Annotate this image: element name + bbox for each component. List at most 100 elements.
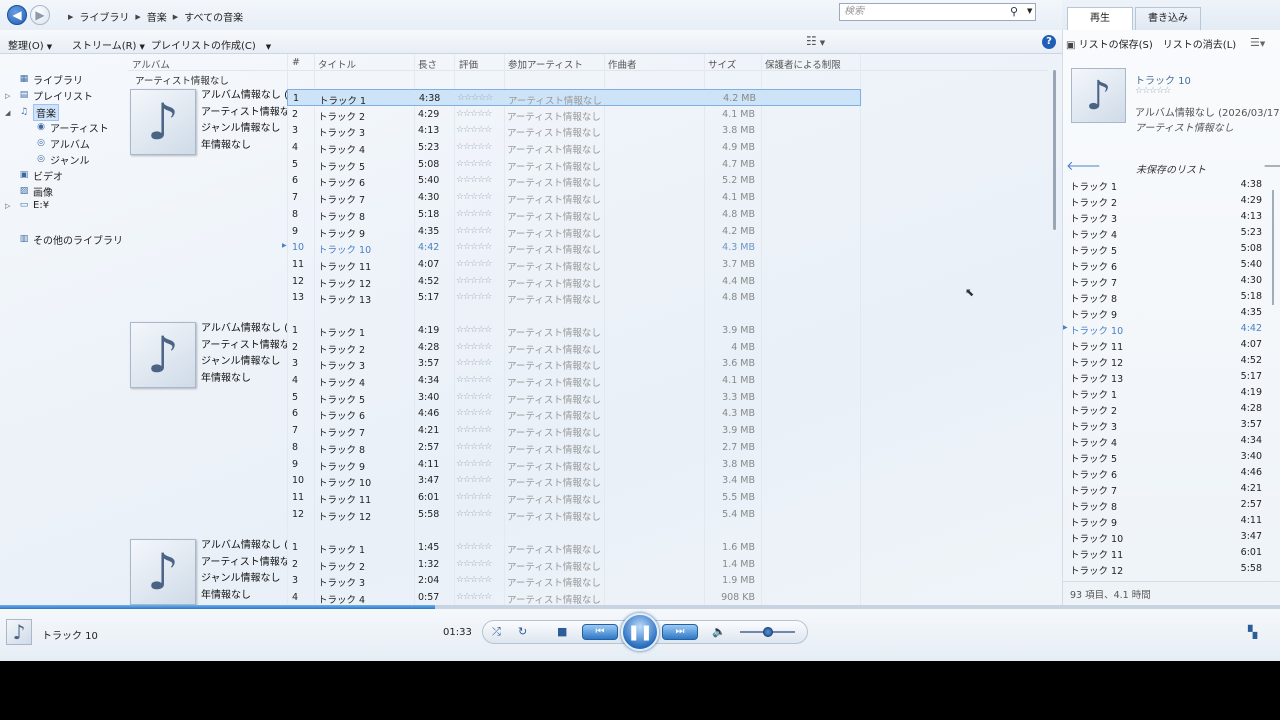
table-row[interactable]: 1 トラック 1 1:45 ☆☆☆☆☆ アーティスト情報なし 1.6 MB	[287, 539, 861, 556]
list-scrollbar-thumb[interactable]	[1272, 190, 1274, 305]
column-album[interactable]: アルバム	[132, 57, 170, 71]
list-item[interactable]: トラック 9 4:35	[1066, 304, 1266, 321]
album-art[interactable]: ♪	[130, 89, 196, 155]
track-rating[interactable]: ☆☆☆☆☆	[456, 259, 492, 269]
track-rating[interactable]: ☆☆☆☆☆	[456, 425, 492, 435]
table-row[interactable]: 1 トラック 1 4:19 ☆☆☆☆☆ アーティスト情報なし 3.9 MB	[287, 322, 861, 339]
album-art[interactable]: ♪	[130, 539, 196, 605]
sidebar-item-pictures[interactable]: ▨ 画像	[18, 184, 53, 199]
table-row[interactable]: 13 トラック 13 5:17 ☆☆☆☆☆ アーティスト情報なし 4.8 MB	[287, 289, 861, 306]
track-rating[interactable]: ☆☆☆☆☆	[456, 142, 492, 152]
stream-menu[interactable]: ストリーム(R) ▼	[72, 37, 145, 52]
list-item[interactable]: トラック 1 4:19	[1066, 384, 1266, 401]
track-rating[interactable]: ☆☆☆☆☆	[456, 459, 492, 469]
list-item[interactable]: トラック 13 5:17	[1066, 368, 1266, 385]
breadcrumb-library[interactable]: ライブラリ	[79, 9, 129, 24]
list-item[interactable]: トラック 9 4:11	[1066, 512, 1266, 529]
table-row[interactable]: 4 トラック 4 5:23 ☆☆☆☆☆ アーティスト情報なし 4.9 MB	[287, 139, 861, 156]
table-row[interactable]: 12 トラック 12 4:52 ☆☆☆☆☆ アーティスト情報なし 4.4 MB	[287, 273, 861, 290]
chevron-down-icon[interactable]: ◢	[5, 109, 10, 117]
volume-slider-thumb[interactable]	[762, 627, 773, 637]
tab-play[interactable]: 再生	[1067, 7, 1133, 30]
organize-menu[interactable]: 整理(O) ▼	[8, 37, 52, 52]
column-size[interactable]: サイズ	[708, 57, 736, 71]
column-rating[interactable]: 評価	[459, 57, 478, 71]
list-item[interactable]: ▶ トラック 10 4:42	[1063, 320, 1266, 337]
table-row[interactable]: 11 トラック 11 6:01 ☆☆☆☆☆ アーティスト情報なし 5.5 MB	[287, 489, 861, 506]
clear-list-button[interactable]: リストの消去(L)	[1163, 36, 1236, 51]
list-item[interactable]: トラック 8 2:57	[1066, 496, 1266, 513]
list-item[interactable]: トラック 2 4:29	[1066, 192, 1266, 209]
column-parental[interactable]: 保護者による制限	[765, 57, 841, 71]
list-item[interactable]: トラック 4 5:23	[1066, 224, 1266, 241]
column-composer[interactable]: 作曲者	[608, 57, 637, 71]
sidebar-item-genre[interactable]: ◎ ジャンル	[35, 152, 89, 167]
table-row[interactable]: 8 トラック 8 2:57 ☆☆☆☆☆ アーティスト情報なし 2.7 MB	[287, 439, 861, 456]
list-item[interactable]: トラック 5 5:08	[1066, 240, 1266, 257]
track-rating[interactable]: ☆☆☆☆☆	[456, 592, 492, 602]
table-row[interactable]: 2 トラック 2 4:29 ☆☆☆☆☆ アーティスト情報なし 4.1 MB	[287, 106, 861, 123]
breadcrumb-music[interactable]: 音楽	[147, 9, 167, 24]
list-item[interactable]: トラック 7 4:21	[1066, 480, 1266, 497]
table-row[interactable]: 9 トラック 9 4:35 ☆☆☆☆☆ アーティスト情報なし 4.2 MB	[287, 223, 861, 240]
track-rating[interactable]: ☆☆☆☆☆	[456, 226, 492, 236]
sidebar-item-drive[interactable]: ▷ ▭ E:¥	[5, 200, 49, 211]
track-rating[interactable]: ☆☆☆☆☆	[456, 292, 492, 302]
list-item[interactable]: トラック 4 4:34	[1066, 432, 1266, 449]
table-row[interactable]: 6 トラック 6 4:46 ☆☆☆☆☆ アーティスト情報なし 4.3 MB	[287, 405, 861, 422]
track-rating[interactable]: ☆☆☆☆☆	[456, 109, 492, 119]
back-arrow-icon[interactable]: ◀	[7, 5, 27, 25]
forward-arrow-icon[interactable]: 🡒	[1263, 158, 1280, 174]
track-rating[interactable]: ☆☆☆☆☆	[456, 408, 492, 418]
table-row[interactable]: 2 トラック 2 4:28 ☆☆☆☆☆ アーティスト情報なし 4 MB	[287, 339, 861, 356]
track-rating[interactable]: ☆☆☆☆☆	[456, 492, 492, 502]
track-rating[interactable]: ☆☆☆☆☆	[456, 192, 492, 202]
breadcrumb-all-music[interactable]: すべての音楽	[184, 9, 243, 24]
column-length[interactable]: 長さ	[418, 57, 437, 71]
table-row[interactable]: 11 トラック 11 4:07 ☆☆☆☆☆ アーティスト情報なし 3.7 MB	[287, 256, 861, 273]
table-row[interactable]: 10 トラック 10 3:47 ☆☆☆☆☆ アーティスト情報なし 3.4 MB	[287, 472, 861, 489]
track-rating[interactable]: ☆☆☆☆☆	[456, 209, 492, 219]
table-row[interactable]: 7 トラック 7 4:21 ☆☆☆☆☆ アーティスト情報なし 3.9 MB	[287, 422, 861, 439]
chevron-right-icon[interactable]: ▷	[5, 202, 10, 210]
table-row[interactable]: 3 トラック 3 2:04 ☆☆☆☆☆ アーティスト情報なし 1.9 MB	[287, 572, 861, 589]
track-rating[interactable]: ☆☆☆☆☆	[457, 93, 493, 103]
repeat-icon[interactable]: ↻	[518, 625, 527, 638]
table-row[interactable]: 5 トラック 5 5:08 ☆☆☆☆☆ アーティスト情報なし 4.7 MB	[287, 156, 861, 173]
table-row[interactable]: 12 トラック 12 5:58 ☆☆☆☆☆ アーティスト情報なし 5.4 MB	[287, 506, 861, 523]
table-row[interactable]: 4 トラック 4 4:34 ☆☆☆☆☆ アーティスト情報なし 4.1 MB	[287, 372, 861, 389]
tab-burn[interactable]: 書き込み	[1135, 7, 1201, 30]
search-input[interactable]: 検索	[839, 3, 1036, 21]
track-rating[interactable]: ☆☆☆☆☆	[456, 475, 492, 485]
list-item[interactable]: トラック 10 3:47	[1066, 528, 1266, 545]
list-item[interactable]: トラック 1 4:38	[1066, 176, 1266, 193]
speaker-icon[interactable]: 🔈	[712, 625, 726, 638]
chevron-right-icon[interactable]: ▷	[5, 92, 10, 100]
table-row[interactable]: 7 トラック 7 4:30 ☆☆☆☆☆ アーティスト情報なし 4.1 MB	[287, 189, 861, 206]
list-item[interactable]: トラック 11 4:07	[1066, 336, 1266, 353]
track-rating[interactable]: ☆☆☆☆☆	[456, 358, 492, 368]
shuffle-icon[interactable]: ⤮	[492, 625, 501, 639]
list-item[interactable]: トラック 7 4:30	[1066, 272, 1266, 289]
column-title[interactable]: タイトル	[318, 57, 356, 71]
list-item[interactable]: トラック 3 3:57	[1066, 416, 1266, 433]
track-rating[interactable]: ☆☆☆☆☆	[456, 509, 492, 519]
previous-icon[interactable]: ⏮	[582, 624, 618, 640]
column-number[interactable]: #	[292, 57, 300, 68]
track-rating[interactable]: ☆☆☆☆☆	[456, 276, 492, 286]
next-icon[interactable]: ⏭	[662, 624, 698, 640]
list-options-icon[interactable]: ☰▼	[1250, 36, 1265, 49]
list-item[interactable]: トラック 12 5:58	[1066, 560, 1266, 577]
track-rating[interactable]: ☆☆☆☆☆	[456, 342, 492, 352]
column-artist[interactable]: 参加アーティスト	[508, 57, 583, 71]
now-playing-rating[interactable]: ☆☆☆☆☆	[1135, 86, 1171, 96]
sidebar-item-artist[interactable]: ◉ アーティスト	[35, 120, 109, 135]
chevron-down-icon[interactable]: ▼	[1027, 7, 1032, 15]
track-rating[interactable]: ☆☆☆☆☆	[456, 325, 492, 335]
sidebar-item-album[interactable]: ◎ アルバム	[35, 136, 90, 151]
back-arrow-icon[interactable]: 🡐	[1066, 158, 1101, 174]
create-playlist-menu[interactable]: プレイリストの作成(C) ▼	[151, 37, 271, 52]
switch-to-now-playing-icon[interactable]: ▚	[1248, 625, 1257, 639]
pause-icon[interactable]: ❚❚	[621, 613, 659, 651]
table-row[interactable]: 4 トラック 4 0:57 ☆☆☆☆☆ アーティスト情報なし 908 KB	[287, 589, 861, 606]
